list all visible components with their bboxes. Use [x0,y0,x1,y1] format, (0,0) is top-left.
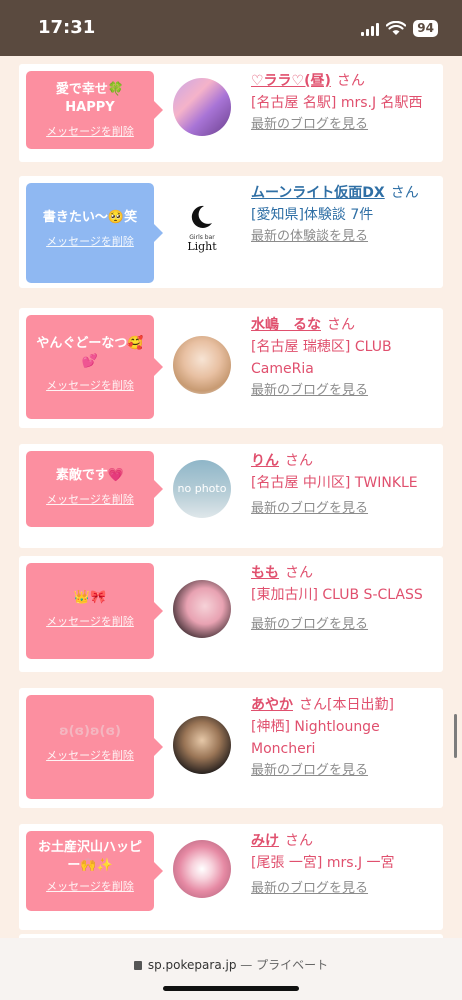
sender-name-link[interactable]: あやか [251,697,293,713]
scrollbar-thumb[interactable] [454,714,457,758]
message-bubble: お土産沢山ハッピー🙌✨ メッセージを削除 [26,831,163,911]
message-card: 愛で幸せ🍀 HAPPY メッセージを削除 ♡ララ♡(昼) さん [名古屋 名駅] … [19,64,443,162]
shop-detail: [神栖] Nightlounge Moncheri [251,719,380,757]
sender-name-link[interactable]: りん [251,453,279,469]
message-feed[interactable]: 愛で幸せ🍀 HAPPY メッセージを削除 ♡ララ♡(昼) さん [名古屋 名駅] … [0,56,462,938]
delete-message-link[interactable]: メッセージを削除 [46,233,134,249]
honorific: さん [336,73,365,89]
latest-blog-link[interactable]: 最新のブログを見る [251,614,439,636]
shop-detail: [尾張 一宮] mrs.J 一宮 [251,855,395,871]
url-text: sp.pokepara.jp [147,958,237,972]
message-text: お土産沢山ハッピー🙌✨ [37,840,142,873]
sender-name-link[interactable]: みけ [251,833,279,849]
moon-logo-icon [191,205,212,228]
latest-blog-link[interactable]: 最新のブログを見る [251,114,439,136]
honorific: さん [285,565,313,581]
shop-detail: [名古屋 瑞穂区] CLUB CameRia [251,339,392,377]
message-card: ʚ(ɞ)ʚ(ɞ) メッセージを削除 あやか さん[本日出勤] [神栖] Night… [19,688,443,808]
avatar[interactable] [173,580,231,638]
no-photo-avatar[interactable]: no photo [173,460,231,518]
sender-name-link[interactable]: もも [251,565,279,581]
sender-info: ムーンライト仮面DX さん [愛知県]体験談 7件 最新の体験談を見る [251,182,439,248]
honorific: さん [285,453,313,469]
sender-name-link[interactable]: 水嶋 るな [251,317,321,333]
delete-message-link[interactable]: メッセージを削除 [46,377,134,393]
message-text: 👑🎀 [73,590,107,605]
sender-info: 水嶋 るな さん [名古屋 瑞穂区] CLUB CameRia 最新のブログを見る [251,314,439,402]
message-card: やんぐどーなつ🥰💕 メッセージを削除 水嶋 るな さん [名古屋 瑞穂区] CLU… [19,308,443,428]
message-bubble: 書きたい〜🥺笑 メッセージを削除 [26,183,163,283]
battery-icon: 94 [413,20,438,37]
message-text: 愛で幸せ🍀 HAPPY [55,82,125,115]
message-bubble: 素敵です💗 メッセージを削除 [26,451,163,527]
shop-detail: [名古屋 中川区] TWINKLE [251,475,418,491]
message-card: 👑🎀 メッセージを削除 もも さん [東加古川] CLUB S-CLASS 最新の… [19,556,443,672]
cellular-signal-icon [361,22,380,36]
delete-message-link[interactable]: メッセージを削除 [46,123,134,139]
message-bubble: やんぐどーなつ🥰💕 メッセージを削除 [26,315,163,419]
latest-blog-link[interactable]: 最新のブログを見る [251,878,439,900]
message-bubble: 👑🎀 メッセージを削除 [26,563,163,659]
clock: 17:31 [38,17,96,38]
status-bar: 17:31 94 [0,0,462,56]
browser-bottom-bar: sp.pokepara.jp — プライベート [0,938,462,1000]
message-text: 書きたい〜🥺笑 [42,210,138,225]
latest-blog-link[interactable]: 最新のブログを見る [251,760,439,782]
honorific: さん [390,185,419,201]
delete-message-link[interactable]: メッセージを削除 [46,491,134,507]
honorific: さん [327,317,355,333]
message-text: 素敵です💗 [55,468,125,483]
sender-name-link[interactable]: ♡ララ♡(昼) [251,73,331,89]
message-text: やんぐどーなつ🥰💕 [36,336,144,369]
lock-icon [133,961,142,970]
honorific: さん [299,697,327,713]
honorific: さん [285,833,313,849]
sender-info: りん さん [名古屋 中川区] TWINKLE 最新のブログを見る [251,450,439,520]
latest-review-link[interactable]: 最新の体験談を見る [251,226,439,248]
avatar[interactable] [173,716,231,774]
shop-logo[interactable]: Girls bar Light [173,200,231,258]
sender-name-link[interactable]: ムーンライト仮面DX [251,185,385,201]
home-indicator[interactable] [163,986,299,991]
message-card: 書きたい〜🥺笑 メッセージを削除 Girls bar Light ムーンライト仮… [19,176,443,288]
avatar[interactable] [173,840,231,898]
wifi-icon [386,21,407,35]
address-bar[interactable]: sp.pokepara.jp — プライベート [0,956,462,973]
attendance-badge: [本日出勤] [327,697,394,713]
message-bubble: 愛で幸せ🍀 HAPPY メッセージを削除 [26,71,163,149]
avatar[interactable] [173,336,231,394]
delete-message-link[interactable]: メッセージを削除 [46,747,134,763]
status-icons: 94 [361,20,438,37]
message-card: 素敵です💗 メッセージを削除 no photo りん さん [名古屋 中川区] T… [19,444,443,548]
private-label: — プライベート [240,958,329,972]
message-card: お土産沢山ハッピー🙌✨ メッセージを削除 みけ さん [尾張 一宮] mrs.J … [19,824,443,930]
latest-blog-link[interactable]: 最新のブログを見る [251,380,439,402]
shop-detail: [愛知県]体験談 7件 [251,207,374,223]
sender-info: もも さん [東加古川] CLUB S-CLASS 最新のブログを見る [251,562,439,636]
latest-blog-link[interactable]: 最新のブログを見る [251,498,439,520]
sender-info: ♡ララ♡(昼) さん [名古屋 名駅] mrs.J 名駅西 最新のブログを見る [251,70,439,136]
message-text: ʚ(ɞ)ʚ(ɞ) [59,724,121,739]
logo-text: Light [187,240,217,253]
sender-info: みけ さん [尾張 一宮] mrs.J 一宮 最新のブログを見る [251,830,439,900]
avatar[interactable] [173,78,231,136]
delete-message-link[interactable]: メッセージを削除 [46,878,134,894]
shop-detail: [東加古川] CLUB S-CLASS [251,587,423,603]
message-bubble: ʚ(ɞ)ʚ(ɞ) メッセージを削除 [26,695,163,799]
delete-message-link[interactable]: メッセージを削除 [46,613,134,629]
shop-detail: [名古屋 名駅] mrs.J 名駅西 [251,95,423,111]
sender-info: あやか さん[本日出勤] [神栖] Nightlounge Moncheri 最新… [251,694,439,782]
